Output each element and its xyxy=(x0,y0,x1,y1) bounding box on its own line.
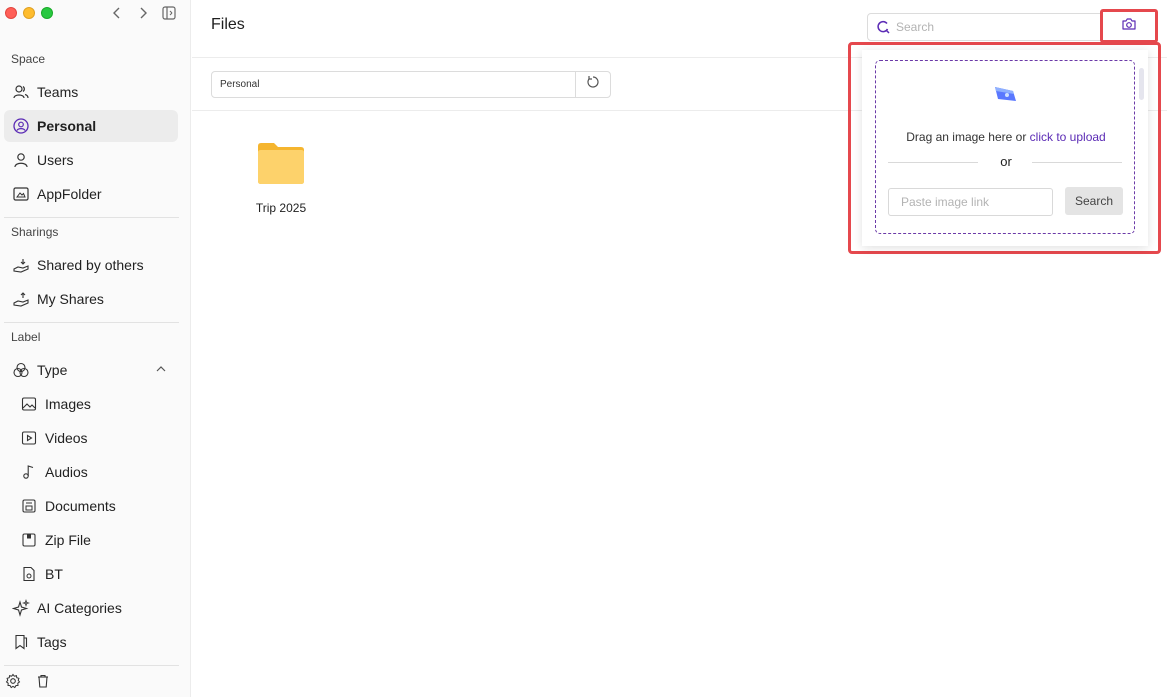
sidebar-item-label: Type xyxy=(37,362,68,378)
section-label-label: Label xyxy=(11,330,41,344)
sidebar-item-label: Zip File xyxy=(45,532,91,548)
drag-instructions: Drag an image here or click to upload xyxy=(876,130,1136,144)
section-label-space: Space xyxy=(11,52,46,66)
sidebar-item-label: BT xyxy=(45,566,63,582)
refresh-icon xyxy=(586,75,600,94)
main-content: Files Search Personal Trip 2025 Drag an … xyxy=(192,0,1167,697)
sidebar-item-audios[interactable]: Audios xyxy=(4,456,178,488)
sidebar-item-label: My Shares xyxy=(37,291,104,307)
divider xyxy=(4,322,179,323)
sidebar-item-personal[interactable]: Personal xyxy=(4,110,178,142)
back-icon[interactable] xyxy=(109,4,125,22)
forward-icon[interactable] xyxy=(135,4,151,22)
sidebar-item-label: Documents xyxy=(45,498,116,514)
camera-icon xyxy=(1121,16,1137,37)
image-link-search-button[interactable]: Search xyxy=(1065,187,1123,215)
divider xyxy=(1032,162,1122,163)
folder-item[interactable]: Trip 2025 xyxy=(248,138,314,215)
sidebar-item-users[interactable]: Users xyxy=(4,144,178,176)
shared-hand-icon xyxy=(12,256,30,274)
drag-text: Drag an image here or xyxy=(906,130,1030,144)
sidebar-item-bt[interactable]: BT xyxy=(4,558,178,590)
sidebar-item-type[interactable]: Type xyxy=(4,354,178,386)
sparkle-icon xyxy=(12,599,30,617)
window-controls xyxy=(5,7,53,19)
sidebar-item-ai-categories[interactable]: AI Categories xyxy=(4,592,178,624)
maximize-window-button[interactable] xyxy=(41,7,53,19)
path-breadcrumb-input[interactable]: Personal xyxy=(211,71,576,98)
sidebar-item-shared-by-others[interactable]: Shared by others xyxy=(4,249,178,281)
search-placeholder: Search xyxy=(896,20,935,34)
section-label-sharings: Sharings xyxy=(11,225,59,239)
sidebar-item-documents[interactable]: Documents xyxy=(4,490,178,522)
sidebar-item-images[interactable]: Images xyxy=(4,388,178,420)
sidebar-toggle-icon[interactable] xyxy=(161,4,177,22)
image-search-button[interactable] xyxy=(1100,9,1158,43)
folder-name: Trip 2025 xyxy=(255,201,307,215)
sidebar-item-my-shares[interactable]: My Shares xyxy=(4,283,178,315)
zip-icon xyxy=(20,531,38,549)
divider xyxy=(4,665,179,666)
search-icon xyxy=(876,20,890,34)
sidebar-item-appfolder[interactable]: AppFolder xyxy=(4,178,178,210)
sidebar-item-label: Shared by others xyxy=(37,257,144,273)
sidebar-item-label: Audios xyxy=(45,464,88,480)
image-dropzone[interactable]: Drag an image here or click to upload or… xyxy=(875,60,1135,234)
torrent-icon xyxy=(20,565,38,583)
sidebar-item-videos[interactable]: Videos xyxy=(4,422,178,454)
video-icon xyxy=(20,429,38,447)
sidebar-item-tags[interactable]: Tags xyxy=(4,626,178,658)
image-link-input[interactable]: Paste image link xyxy=(888,188,1053,216)
scrollbar[interactable] xyxy=(1139,68,1144,100)
share-hand-icon xyxy=(12,290,30,308)
minimize-window-button[interactable] xyxy=(23,7,35,19)
user-circle-icon xyxy=(12,117,30,135)
click-to-upload-link[interactable]: click to upload xyxy=(1030,130,1106,144)
gear-icon[interactable] xyxy=(5,673,21,689)
sidebar: Space Teams Personal Users AppFolder Sha… xyxy=(0,0,191,697)
type-icon xyxy=(12,361,30,379)
navigation-buttons xyxy=(109,4,177,22)
bookmark-icon xyxy=(12,633,30,651)
sidebar-footer xyxy=(5,673,51,689)
image-icon xyxy=(20,395,38,413)
image-upload-icon xyxy=(992,83,1020,107)
close-window-button[interactable] xyxy=(5,7,17,19)
user-icon xyxy=(12,151,30,169)
trash-icon[interactable] xyxy=(35,673,51,689)
team-icon xyxy=(12,83,30,101)
sidebar-item-label: AppFolder xyxy=(37,186,102,202)
sidebar-item-label: Images xyxy=(45,396,91,412)
page-title: Files xyxy=(211,16,245,33)
chevron-up-icon[interactable] xyxy=(154,362,168,376)
sidebar-item-teams[interactable]: Teams xyxy=(4,76,178,108)
sidebar-item-label: Users xyxy=(37,152,74,168)
folder-icon xyxy=(258,143,304,184)
music-note-icon xyxy=(20,463,38,481)
image-search-popover: Drag an image here or click to upload or… xyxy=(862,50,1148,246)
sidebar-item-label: AI Categories xyxy=(37,600,122,616)
refresh-button[interactable] xyxy=(575,71,611,98)
sidebar-item-label: Teams xyxy=(37,84,79,100)
sidebar-item-label: Personal xyxy=(37,118,97,134)
search-input[interactable]: Search xyxy=(867,13,1135,41)
app-folder-icon xyxy=(12,185,30,203)
divider xyxy=(4,217,179,218)
sidebar-item-label: Videos xyxy=(45,430,88,446)
sidebar-item-label: Tags xyxy=(37,634,67,650)
document-icon xyxy=(20,497,38,515)
sidebar-item-zip-file[interactable]: Zip File xyxy=(4,524,178,556)
